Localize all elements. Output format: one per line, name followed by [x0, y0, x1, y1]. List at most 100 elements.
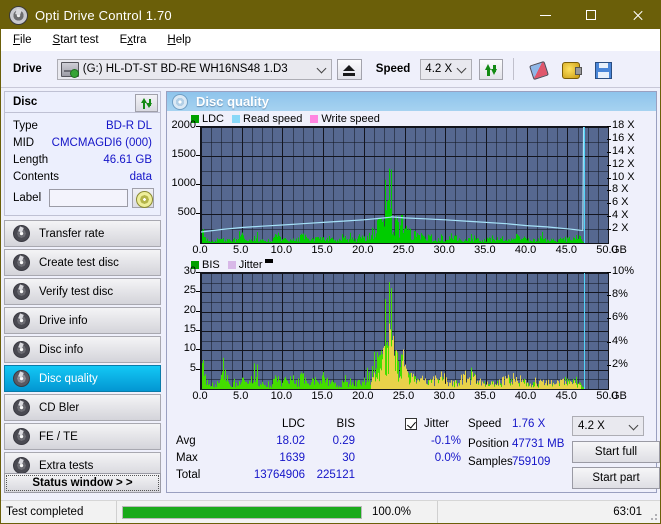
- maximize-button[interactable]: [568, 1, 614, 29]
- disc-section-header: Disc: [4, 91, 161, 113]
- bis-plot-area[interactable]: [200, 272, 609, 390]
- y-axis-tick: [196, 291, 200, 293]
- sidebar-item-create-test-disc[interactable]: Create test disc: [4, 249, 161, 276]
- erase-button[interactable]: [526, 58, 551, 81]
- sidebar-item-label: FE / TE: [39, 430, 78, 443]
- window-controls: [522, 1, 660, 29]
- y2-axis-tick-label: 6 X: [612, 196, 629, 209]
- y-axis-tick: [196, 330, 200, 331]
- scale-marker-icon: [265, 259, 273, 263]
- y-axis-tick-label: 10: [183, 342, 196, 355]
- bis-chart: 5 10 15 20 25 30 2% 4% 6% 8% 10% 0.0 5.0 10.0 15.0 20…: [167, 265, 656, 404]
- disc-icon: [13, 225, 30, 242]
- position-stat-label: Position: [468, 438, 509, 450]
- y-axis-tick: [196, 368, 200, 370]
- speed-stat-value: 1.76 X: [512, 418, 546, 430]
- stats-panel: LDC BIS Avg 18.02 0.29 Max 1639 30 Total…: [167, 414, 660, 492]
- close-button[interactable]: [614, 1, 660, 29]
- sidebar-item-drive-info[interactable]: Drive info: [4, 307, 161, 334]
- test-speed-value: 4.2 X: [578, 420, 605, 432]
- jitter-checkbox[interactable]: [405, 418, 417, 430]
- disc-field-mid-label: MID: [13, 136, 35, 149]
- settings-button[interactable]: [558, 58, 583, 81]
- legend-swatch-read-speed: [232, 115, 241, 123]
- y2-axis-tick: [607, 364, 611, 366]
- sidebar-item-label: Disc quality: [39, 372, 98, 385]
- disc-label-row: Label: [5, 187, 160, 209]
- disc-refresh-button[interactable]: [135, 94, 158, 112]
- sidebar-item-label: Create test disc: [39, 256, 119, 269]
- sidebar-item-label: Drive info: [39, 314, 88, 327]
- refresh-icon-stem-down: [148, 99, 151, 106]
- y2-axis-tick: [607, 216, 611, 218]
- y2-axis-tick-label: 2 X: [612, 222, 629, 235]
- drive-icon: [60, 61, 79, 78]
- y2-axis-tick-label: 4%: [612, 334, 628, 347]
- app-window: Opti Drive Control 1.70 FFileile Start t…: [0, 0, 661, 524]
- menu-bar: FFileile Start test Extra Help: [1, 29, 660, 52]
- x-axis-unit-label: GB: [611, 244, 627, 256]
- stats-row-total-bis: 225121: [316, 469, 355, 481]
- y2-axis-tick: [607, 272, 611, 273]
- resize-grip[interactable]: [648, 511, 658, 521]
- nav-buttons: Transfer rate Create test disc Verify te…: [4, 220, 161, 479]
- disc-icon: [13, 370, 30, 387]
- y-axis-tick-label: 5: [189, 361, 196, 374]
- drive-label: Drive: [13, 63, 42, 75]
- disc-field-type-value: BD-R DL: [105, 119, 152, 132]
- y2-axis-tick-label: 18 X: [612, 119, 635, 131]
- refresh-button[interactable]: [479, 58, 504, 80]
- sidebar-item-disc-info[interactable]: Disc info: [4, 336, 161, 363]
- legend-label-bis: BIS: [202, 259, 220, 271]
- start-part-button[interactable]: Start part: [572, 467, 660, 489]
- menu-start-test[interactable]: Start test: [44, 32, 108, 48]
- status-window-label: Status window > >: [32, 477, 133, 489]
- stats-header-ldc: LDC: [281, 418, 305, 430]
- x-axis-tick-label: 30.0: [433, 390, 455, 402]
- menu-extra[interactable]: Extra: [111, 32, 156, 48]
- sidebar-item-fe-te[interactable]: FE / TE: [4, 423, 161, 450]
- series-spikes-ldc: [202, 168, 584, 243]
- test-speed-select[interactable]: 4.2 X: [572, 416, 644, 436]
- drive-select[interactable]: (G:) HL-DT-ST BD-RE WH16NS48 1.D3: [56, 58, 332, 80]
- x-axis-tick-label: 45.0: [555, 390, 577, 402]
- sidebar-item-cd-bler[interactable]: CD Bler: [4, 394, 161, 421]
- menu-help[interactable]: Help: [158, 32, 200, 48]
- y-axis-tick-label: 15: [183, 323, 196, 335]
- save-button[interactable]: [590, 58, 615, 81]
- speed-select[interactable]: 4.2 X: [420, 58, 473, 80]
- ldc-plot-area[interactable]: [200, 126, 609, 244]
- disc-icon: [13, 457, 30, 474]
- y2-axis-tick-label: 8 X: [612, 183, 629, 196]
- chevron-down-icon: [630, 421, 639, 430]
- sidebar-item-transfer-rate[interactable]: Transfer rate: [4, 220, 161, 247]
- legend-swatch-write-speed: [310, 115, 319, 123]
- status-window-button[interactable]: Status window > >: [4, 473, 161, 493]
- start-full-button[interactable]: Start full: [572, 441, 660, 463]
- y-axis-tick-label: 2000: [171, 119, 196, 131]
- disc-label-input[interactable]: [49, 189, 129, 207]
- save-icon: [595, 61, 613, 79]
- ldc-chart-legend: LDC Read speed Write speed: [167, 112, 656, 126]
- menu-file[interactable]: FFileile: [4, 32, 41, 48]
- panel-header: Disc quality: [167, 92, 656, 111]
- bis-chart-legend: BIS Jitter: [167, 258, 656, 272]
- jitter-max-value: 0.0%: [434, 452, 461, 464]
- disc-label-button[interactable]: [132, 188, 155, 208]
- y2-axis-tick-label: 8%: [612, 288, 628, 301]
- eject-button[interactable]: [336, 58, 362, 80]
- minimize-button[interactable]: [522, 1, 568, 29]
- x-axis-tick-label: 20.0: [352, 244, 374, 256]
- elapsed-cell: 63:01: [438, 501, 660, 523]
- sidebar-item-label: CD Bler: [39, 401, 80, 414]
- window-title: Opti Drive Control 1.70: [35, 7, 172, 23]
- y2-axis-tick: [607, 229, 611, 231]
- sidebar-item-disc-quality[interactable]: Disc quality: [4, 365, 161, 392]
- legend-label-write-speed: Write speed: [321, 113, 380, 125]
- sidebar-item-verify-test-disc[interactable]: Verify test disc: [4, 278, 161, 305]
- y2-axis-tick: [607, 318, 611, 320]
- disc-field-length-label: Length: [13, 153, 49, 166]
- y2-axis-tick-label: 16 X: [612, 131, 635, 144]
- speed-stat-label: Speed: [468, 418, 502, 430]
- disc-label-key: Label: [13, 192, 42, 204]
